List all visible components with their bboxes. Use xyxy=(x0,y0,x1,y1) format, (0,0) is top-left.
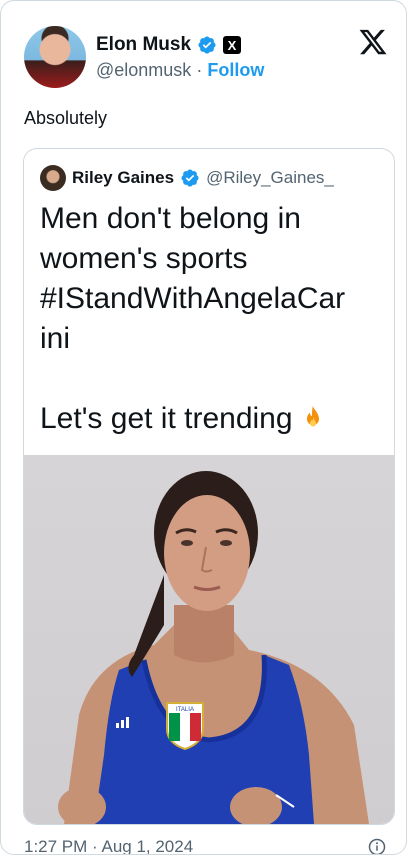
handle-separator: · xyxy=(196,60,203,80)
verified-badge-icon xyxy=(181,169,199,187)
quote-text: Men don't belong in women's sports #ISta… xyxy=(40,199,385,439)
quote-hashtag[interactable]: #IStandWithAngelaCar xyxy=(40,279,385,319)
quote-author-name[interactable]: Riley Gaines xyxy=(72,168,174,188)
quote-line-2: women's sports xyxy=(40,242,248,275)
tweet-text: Absolutely xyxy=(24,108,108,128)
quote-spacer xyxy=(40,359,385,399)
athlete-photo[interactable]: ITALIA xyxy=(24,455,394,824)
tweet-timestamp[interactable]: 1:27 PM · Aug 1, 2024 xyxy=(24,837,193,854)
author-avatar[interactable] xyxy=(24,26,86,88)
quote-author-handle[interactable]: @Riley_Gaines_ xyxy=(206,168,334,188)
fire-emoji xyxy=(306,406,319,427)
author-handle-row: @elonmusk · Follow xyxy=(96,60,264,81)
flag-badge-text: ITALIA xyxy=(176,707,194,713)
x-affiliation-badge: X xyxy=(223,36,242,54)
athlete-illustration: ITALIA xyxy=(58,471,369,824)
quote-hashtag-continued[interactable]: ini xyxy=(40,319,385,359)
quoted-tweet[interactable]: Riley Gaines @Riley_Gaines_ Men don't be… xyxy=(23,148,395,825)
quote-header: Riley Gaines @Riley_Gaines_ xyxy=(40,165,334,191)
hashtag-part-1[interactable]: #IStandWithAngelaCar xyxy=(40,282,345,315)
author-name-row: Elon Musk X xyxy=(96,33,242,57)
tweet-card: Elon Musk X @elonmusk · Follow Absolutel… xyxy=(0,0,407,855)
author-name[interactable]: Elon Musk xyxy=(96,34,191,56)
quote-line-5-text: Let's get it trending xyxy=(40,402,293,435)
quote-author-avatar[interactable] xyxy=(40,165,66,191)
info-icon[interactable] xyxy=(368,838,386,855)
author-handle[interactable]: @elonmusk xyxy=(96,60,191,80)
follow-button[interactable]: Follow xyxy=(207,60,264,80)
quote-line-1: Men don't belong in xyxy=(40,202,301,235)
verified-badge-icon xyxy=(198,36,216,54)
quote-line-5: Let's get it trending xyxy=(40,399,385,439)
x-logo-icon[interactable] xyxy=(358,27,388,57)
